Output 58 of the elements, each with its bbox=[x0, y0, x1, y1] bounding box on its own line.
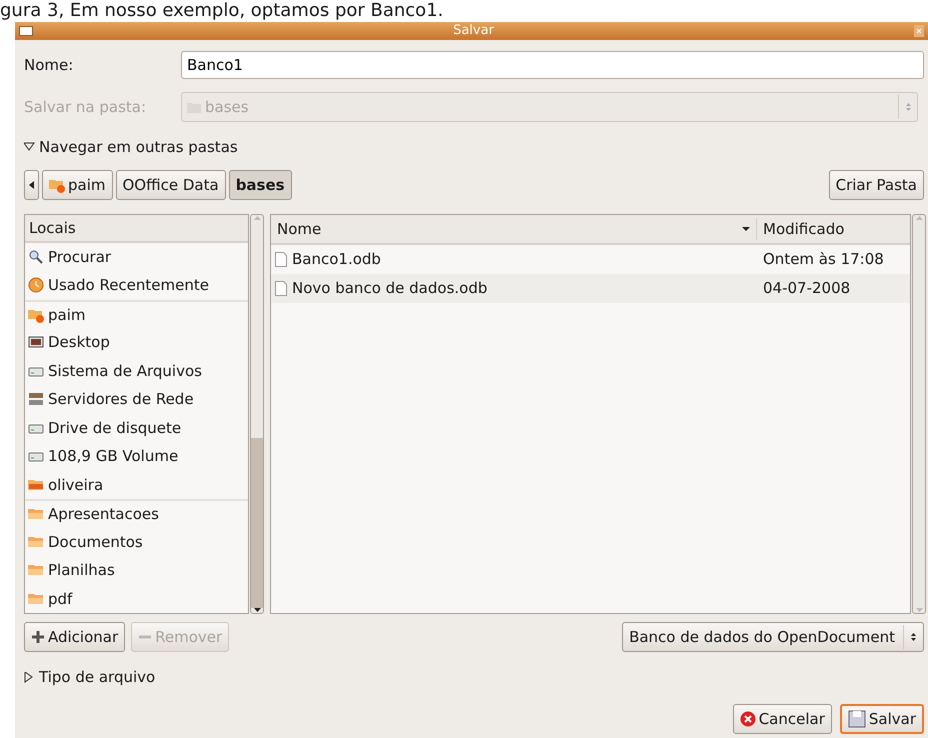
save-button[interactable]: Salvar bbox=[840, 704, 924, 734]
sidebar-item[interactable]: Servidores de Rede bbox=[25, 385, 248, 414]
sort-arrow-icon bbox=[742, 227, 750, 231]
file-row-name[interactable]: Banco1.odb bbox=[271, 245, 757, 274]
scrollbar[interactable] bbox=[912, 214, 926, 614]
plus-icon bbox=[31, 630, 45, 644]
scrollbar[interactable] bbox=[250, 214, 264, 614]
cancel-icon bbox=[740, 711, 756, 727]
network-server-icon bbox=[28, 391, 44, 408]
sidebar-item[interactable]: oliveira bbox=[25, 470, 248, 499]
modified-date: 04-07-2008 bbox=[762, 278, 852, 300]
name-label: Nome: bbox=[24, 54, 74, 76]
create-folder-button[interactable]: Criar Pasta bbox=[828, 170, 924, 200]
file-type-expander[interactable]: Tipo de arquivo bbox=[24, 664, 928, 690]
sidebar-item[interactable]: Planilhas bbox=[25, 556, 248, 584]
file-row-name[interactable]: Novo banco de dados.odb bbox=[271, 274, 757, 303]
collapsed-triangle-icon bbox=[24, 672, 35, 682]
sidebar-item[interactable]: Procurar bbox=[25, 242, 248, 271]
magnifier-icon bbox=[28, 248, 44, 265]
left-arrow-icon bbox=[29, 181, 34, 189]
window-title: Salvar bbox=[452, 22, 495, 40]
path-button[interactable]: OOffice Data bbox=[116, 170, 226, 200]
caption-text: gura 3, Em nosso exemplo, optamos por Banco1. bbox=[0, 0, 444, 22]
folder-label: Salvar na pasta: bbox=[24, 96, 148, 118]
scroll-down-arrow-icon[interactable] bbox=[254, 608, 260, 613]
name-field[interactable]: Banco1 bbox=[181, 51, 924, 79]
scroll-up-arrow-icon[interactable] bbox=[254, 215, 260, 220]
cancel-button[interactable]: Cancelar bbox=[732, 704, 832, 734]
spin-arrows-icon bbox=[905, 102, 912, 112]
sidebar-item[interactable]: 108,9 GB Volume bbox=[25, 442, 248, 470]
expanded-triangle-icon bbox=[24, 142, 35, 152]
sidebar-item[interactable]: Documentos bbox=[25, 528, 248, 556]
sidebar-item[interactable]: Desktop bbox=[25, 328, 248, 356]
column-header[interactable]: Locais bbox=[25, 215, 248, 242]
close-icon[interactable] bbox=[914, 25, 924, 37]
modified-date: Ontem às 17:08 bbox=[762, 249, 885, 270]
home-folder-icon bbox=[49, 177, 65, 193]
path-back-button[interactable] bbox=[24, 170, 39, 200]
clock-icon bbox=[28, 277, 44, 294]
scroll-up-arrow-icon[interactable] bbox=[916, 215, 922, 220]
browse-folders-expander[interactable]: Navegar em outras pastas bbox=[24, 134, 928, 160]
document-icon bbox=[275, 281, 287, 296]
sidebar-item[interactable]: Apresentacoes bbox=[25, 499, 248, 528]
path-button[interactable]: bases bbox=[228, 170, 292, 200]
sidebar-item[interactable]: Sistema de Arquivos bbox=[25, 356, 248, 385]
file-type-select[interactable]: Banco de dados do OpenDocument bbox=[622, 622, 924, 652]
column-header[interactable]: Nome bbox=[271, 218, 757, 240]
sidebar-item[interactable]: Drive de disquete bbox=[25, 414, 248, 442]
sidebar-item[interactable]: pdf bbox=[25, 584, 248, 613]
spin-arrows-icon bbox=[910, 632, 917, 642]
path-button[interactable]: paim bbox=[42, 170, 112, 200]
monitor-icon bbox=[28, 334, 44, 350]
sidebar-item[interactable]: Usado Recentemente bbox=[25, 271, 248, 300]
window-menu-icon[interactable] bbox=[19, 26, 33, 36]
sidebar-item[interactable]: paim bbox=[25, 300, 248, 328]
add-button[interactable]: Adicionar bbox=[24, 622, 126, 652]
document-icon bbox=[275, 252, 287, 267]
column-header[interactable]: Modificado bbox=[757, 218, 844, 240]
